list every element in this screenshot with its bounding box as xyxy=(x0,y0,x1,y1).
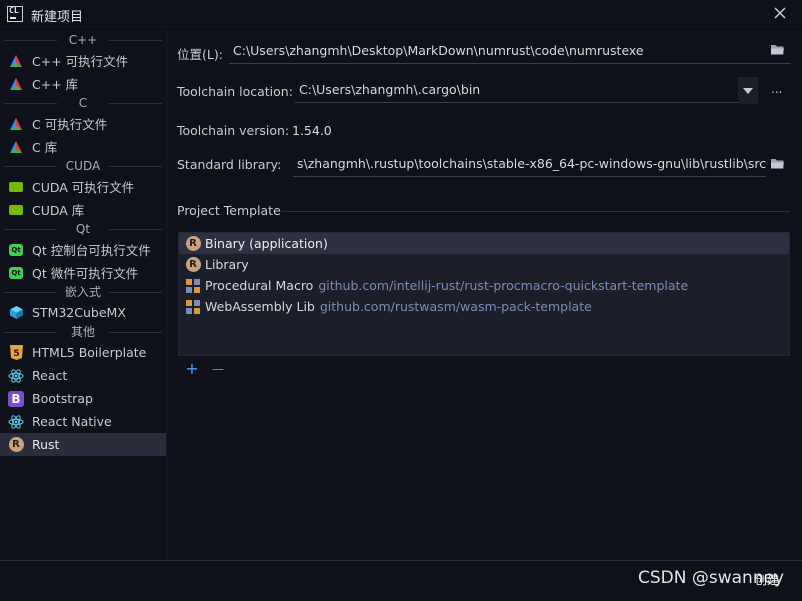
template-item-webassembly-lib[interactable]: WebAssembly Lib github.com/rustwasm/wasm… xyxy=(179,296,789,317)
close-icon[interactable] xyxy=(772,5,788,21)
browse-toolchain-button[interactable]: ... xyxy=(771,82,782,96)
create-button[interactable]: 创建 xyxy=(747,569,787,591)
standard-library-field[interactable]: s\zhangmh\.rustup\toolchains\stable-x86_… xyxy=(293,151,766,177)
qt-icon: Qt xyxy=(8,242,24,258)
react-icon xyxy=(8,414,24,430)
template-list: R Binary (application) R Library Procedu… xyxy=(178,232,790,356)
toolchain-version-label: Toolchain version: xyxy=(177,123,290,138)
toolchain-location-field[interactable]: C:\Users\zhangmh\.cargo\bin xyxy=(295,77,758,103)
add-template-button[interactable]: + xyxy=(184,361,200,377)
sidebar-item-cuda-library[interactable]: CUDA 库 xyxy=(0,198,166,221)
standard-library-label: Standard library: xyxy=(177,157,282,172)
cmake-triangle-icon xyxy=(8,116,24,132)
project-template-title: Project Template xyxy=(177,203,281,218)
sidebar-item-label: C 可执行文件 xyxy=(32,117,108,132)
rust-icon: R xyxy=(185,257,201,273)
template-item-library[interactable]: R Library xyxy=(179,254,789,275)
chevron-down-icon[interactable] xyxy=(738,77,758,104)
rust-icon: R xyxy=(185,236,201,252)
html5-icon: 5 xyxy=(8,345,24,361)
section-divider xyxy=(281,211,790,212)
sidebar-item-label: React Native xyxy=(32,414,112,429)
template-item-procedural-macro[interactable]: Procedural Macro github.com/intellij-rus… xyxy=(179,275,789,296)
project-type-sidebar: C++ C++ 可执行文件 C++ 库 C C 可执行文件 C 库 CUDA C… xyxy=(0,30,167,560)
cmake-triangle-icon xyxy=(8,53,24,69)
sidebar-item-cpp-library[interactable]: C++ 库 xyxy=(0,72,166,95)
group-header-cuda: CUDA xyxy=(0,158,166,175)
remove-template-button[interactable]: — xyxy=(210,361,226,377)
group-header-qt: Qt xyxy=(0,221,166,238)
template-url: github.com/rustwasm/wasm-pack-template xyxy=(319,299,592,314)
sidebar-item-cpp-executable[interactable]: C++ 可执行文件 xyxy=(0,49,166,72)
sidebar-item-c-library[interactable]: C 库 xyxy=(0,135,166,158)
group-header-embedded: 嵌入式 xyxy=(0,284,166,301)
sidebar-item-react[interactable]: React xyxy=(0,364,166,387)
template-name: Library xyxy=(205,257,249,272)
group-header-cpp: C++ xyxy=(0,32,166,49)
toolchain-version-value: 1.54.0 xyxy=(292,123,332,138)
sidebar-item-label: Bootstrap xyxy=(32,391,93,406)
sidebar-item-rust[interactable]: R Rust xyxy=(0,433,166,456)
template-name: WebAssembly Lib xyxy=(205,299,315,314)
sidebar-item-label: C++ 库 xyxy=(32,77,79,92)
rust-icon: R xyxy=(8,437,24,453)
toolchain-location-label: Toolchain location: xyxy=(177,84,293,99)
sidebar-item-label: Qt 控制台可执行文件 xyxy=(32,243,151,258)
nvidia-icon xyxy=(8,202,24,218)
template-name: Procedural Macro xyxy=(205,278,314,293)
cube-icon xyxy=(8,305,24,321)
location-field[interactable]: C:\Users\zhangmh\Desktop\MarkDown\numrus… xyxy=(229,38,791,64)
group-header-other: 其他 xyxy=(0,324,166,341)
github-template-icon xyxy=(185,278,201,294)
group-header-c: C xyxy=(0,95,166,112)
sidebar-item-qt-console[interactable]: Qt Qt 控制台可执行文件 xyxy=(0,238,166,261)
window-title: 新建项目 xyxy=(31,10,84,25)
sidebar-item-html5-boilerplate[interactable]: 5 HTML5 Boilerplate xyxy=(0,341,166,364)
title-bar: CL 新建项目 xyxy=(0,0,802,30)
sidebar-item-label: C 库 xyxy=(32,140,58,155)
sidebar-item-label: Rust xyxy=(32,437,60,452)
sidebar-item-cuda-executable[interactable]: CUDA 可执行文件 xyxy=(0,175,166,198)
cmake-triangle-icon xyxy=(8,139,24,155)
sidebar-item-label: CUDA 可执行文件 xyxy=(32,180,135,195)
location-label: 位置(L): xyxy=(177,47,223,62)
sidebar-item-label: HTML5 Boilerplate xyxy=(32,345,147,360)
sidebar-item-react-native[interactable]: React Native xyxy=(0,410,166,433)
sidebar-item-label: STM32CubeMX xyxy=(32,305,126,320)
folder-icon[interactable] xyxy=(770,43,785,59)
project-settings-panel: 位置(L): C:\Users\zhangmh\Desktop\MarkDown… xyxy=(168,30,802,560)
sidebar-item-stm32cubemx[interactable]: STM32CubeMX xyxy=(0,301,166,324)
sidebar-item-c-executable[interactable]: C 可执行文件 xyxy=(0,112,166,135)
template-url: github.com/intellij-rust/rust-procmacro-… xyxy=(318,278,689,293)
template-item-binary[interactable]: R Binary (application) xyxy=(179,233,789,254)
template-name: Binary (application) xyxy=(205,236,328,251)
sidebar-item-label: CUDA 库 xyxy=(32,203,85,218)
svg-text:5: 5 xyxy=(13,349,19,359)
sidebar-item-qt-widgets[interactable]: Qt Qt 微件可执行文件 xyxy=(0,261,166,284)
cmake-triangle-icon xyxy=(8,76,24,92)
nvidia-icon xyxy=(8,179,24,195)
clion-logo-icon: CL xyxy=(7,6,23,22)
folder-icon[interactable] xyxy=(770,157,785,173)
react-icon xyxy=(8,368,24,384)
sidebar-item-label: React xyxy=(32,368,68,383)
bootstrap-icon: B xyxy=(8,390,24,407)
template-list-toolbar: + — xyxy=(184,361,226,377)
sidebar-item-label: Qt 微件可执行文件 xyxy=(32,266,139,281)
sidebar-item-label: C++ 可执行文件 xyxy=(32,54,129,69)
qt-icon: Qt xyxy=(8,265,24,281)
sidebar-item-bootstrap[interactable]: B Bootstrap xyxy=(0,387,166,410)
github-template-icon xyxy=(185,299,201,315)
